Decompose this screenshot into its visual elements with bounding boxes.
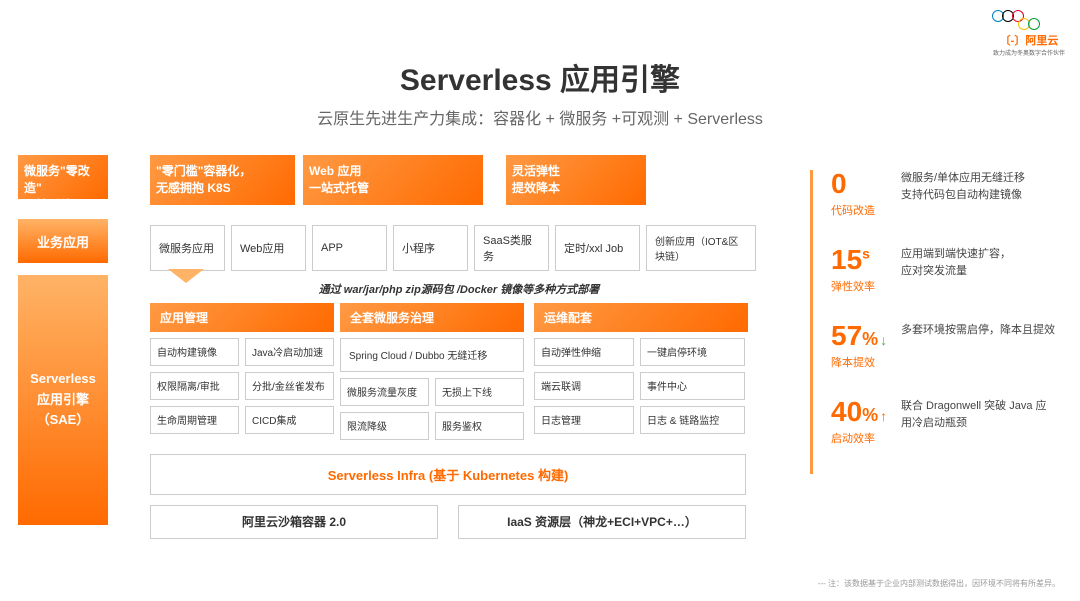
stat-item: 15s弹性效率 应用端到端快速扩容， 应对突发流量: [831, 246, 1055, 294]
biz-box: 创新应用（IOT&区块链）: [646, 225, 756, 271]
iaas-box: 阿里云沙箱容器 2.0: [150, 505, 438, 539]
mgmt-box: CICD集成: [245, 406, 334, 434]
biz-box: Web应用: [231, 225, 306, 271]
stat-item: 0代码改造 微服务/单体应用无缝迁移 支持代码包自动构建镜像: [831, 170, 1055, 218]
top-header-3: 灵活弹性 提效降本: [506, 155, 646, 205]
logo-brand-text: 〔-〕阿里云: [993, 32, 1065, 48]
stat-num: 0: [831, 170, 889, 198]
mgmt-box: 分批/金丝雀发布: [245, 372, 334, 400]
biz-box: 定时/xxl Job: [555, 225, 640, 271]
arrow-up-icon: ↑: [880, 408, 887, 424]
diagram-main: 微服务"零改造" 无缝迁移 业务应用 Serverless 应用引擎 （SAE）…: [18, 155, 768, 539]
iaas-box: IaaS 资源层（神龙+ECI+VPC+…）: [458, 505, 746, 539]
mgmt-box: 微服务流量灰度: [340, 378, 429, 406]
mgmt-box: 事件中心: [640, 372, 745, 400]
biz-box: 小程序: [393, 225, 468, 271]
stat-item: 40%↑启动效率 联合 Dragonwell 突破 Java 应用冷启动瓶颈: [831, 398, 1055, 446]
mgmt-box: 限流降级: [340, 412, 429, 440]
mgmt-header: 全套微服务治理: [340, 303, 524, 332]
biz-box: SaaS类服务: [474, 225, 549, 271]
page-subtitle: 云原生先进生产力集成：容器化 + 微服务 +可观测 + Serverless: [0, 105, 1080, 129]
mgmt-header: 运维配套: [534, 303, 748, 332]
stats-panel: 0代码改造 微服务/单体应用无缝迁移 支持代码包自动构建镜像 15s弹性效率 应…: [810, 170, 1055, 474]
logo-tagline: 致力成为冬奥数字合作伙伴: [993, 48, 1065, 57]
arrow-down-icon: [168, 269, 204, 283]
mgmt-box: 无损上下线: [435, 378, 524, 406]
mgmt-box: 生命周期管理: [150, 406, 239, 434]
top-header-1: "零门槛"容器化， 无感拥抱 K8S: [150, 155, 295, 205]
top-header-2: Web 应用 一站式托管: [303, 155, 483, 205]
mgmt-box: 日志 & 链路监控: [640, 406, 745, 434]
mgmt-box: Java冷启动加速: [245, 338, 334, 366]
mgmt-box: 服务鉴权: [435, 412, 524, 440]
side-label-sae: Serverless 应用引擎 （SAE）: [18, 275, 108, 525]
brand-logo: 〔-〕阿里云 致力成为冬奥数字合作伙伴: [993, 10, 1065, 57]
page-title: Serverless 应用引擎: [0, 55, 1080, 99]
biz-box: 微服务应用: [150, 225, 225, 271]
page-header: Serverless 应用引擎 云原生先进生产力集成：容器化 + 微服务 +可观…: [0, 0, 1080, 129]
mgmt-box: 端云联调: [534, 372, 634, 400]
mgmt-box: 一键启停环境: [640, 338, 745, 366]
arrow-down-icon: ↓: [880, 332, 887, 348]
mgmt-box: 日志管理: [534, 406, 634, 434]
mgmt-box: 自动弹性伸缩: [534, 338, 634, 366]
mgmt-box: Spring Cloud / Dubbo 无缝迁移: [340, 338, 524, 372]
stat-item: 57%↓降本提效 多套环境按需启停，降本且提效: [831, 322, 1055, 370]
side-label-biz: 业务应用: [18, 219, 108, 263]
mgmt-box: 自动构建镜像: [150, 338, 239, 366]
footnote: --- 注：该数据基于企业内部测试数据得出，因环境不同将有所差异。: [818, 578, 1060, 589]
mgmt-box: 权限隔离/审批: [150, 372, 239, 400]
top-header-0: 微服务"零改造" 无缝迁移: [18, 155, 108, 199]
infra-box: Serverless Infra (基于 Kubernetes 构建): [150, 454, 746, 495]
deploy-methods-text: 通过 war/jar/php zip源码包 /Docker 镜像等多种方式部署: [150, 281, 768, 297]
biz-box: APP: [312, 225, 387, 271]
mgmt-header: 应用管理: [150, 303, 334, 332]
